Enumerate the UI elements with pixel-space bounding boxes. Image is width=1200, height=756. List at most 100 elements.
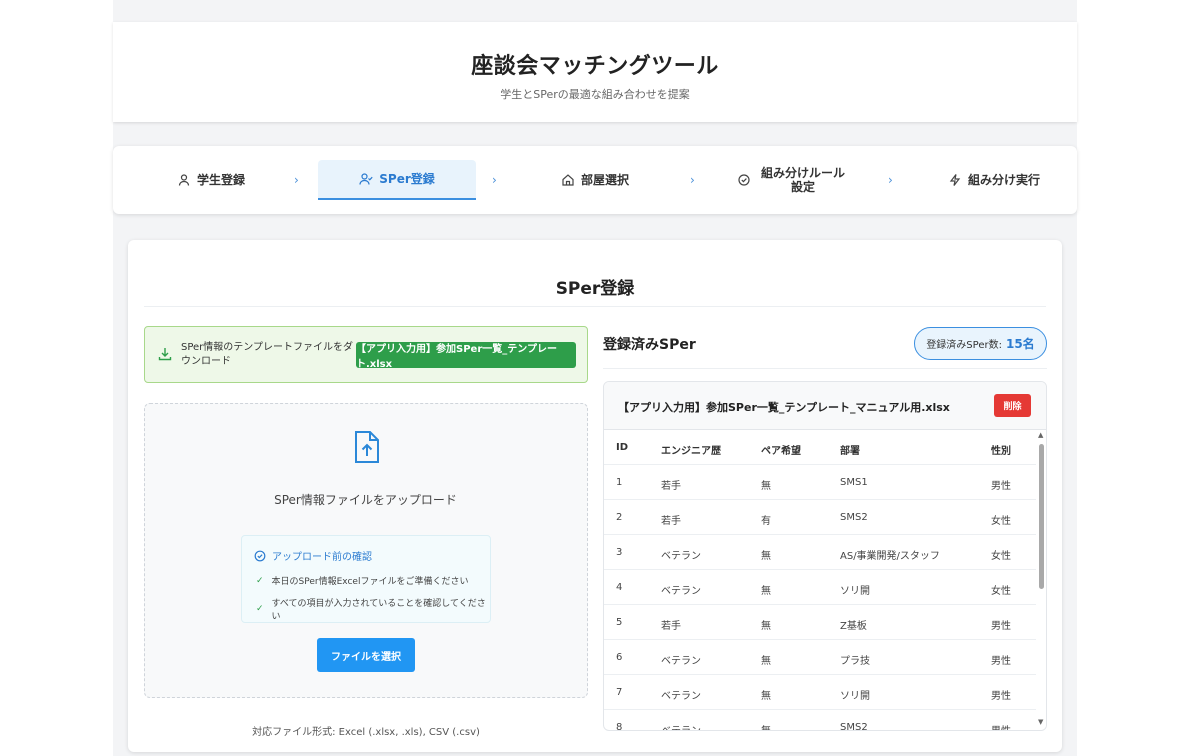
cell-engineer-years: ベテラン — [661, 586, 701, 597]
cell-engineer-years: ベテラン — [661, 722, 701, 730]
cell-gender: 男性 — [991, 621, 1011, 632]
table-body: 1 若手無 SMS1 男性 2 若手有 SMS2 女性 3 ベテラン無 AS/事業開発/スタッフ 女性… — [604, 465, 1036, 731]
cell-id: 1 — [616, 477, 623, 488]
cell-department: ソリ開 — [840, 586, 870, 597]
upload-checklist: アップロード前の確認 ✓ 本日のSPer情報Excelファイルをご準備ください … — [241, 535, 491, 623]
sper-count-badge: 登録済みSPer数: 15名 — [914, 327, 1047, 360]
cell-id: 4 — [616, 582, 623, 593]
cell-engineer-years: 若手 — [661, 481, 681, 492]
check-circle-icon — [254, 550, 266, 562]
cell-department: SMS2 — [840, 512, 868, 523]
column-header-department: 部署 — [840, 446, 860, 457]
sper-table: ID エンジニア歴 ペア希望 部署 性別 1 若手無 SMS1 男性 2 若手有 SMS2 女… — [604, 430, 1036, 731]
step-student-registration[interactable]: 学生登録 — [131, 160, 291, 200]
step-execute-grouping[interactable]: 組み分け実行 — [911, 160, 1077, 200]
cell-pair-preference: 無 — [761, 621, 771, 632]
app-title: 座談会マッチングツール — [471, 54, 719, 79]
section-title: SPer登録 — [555, 279, 635, 299]
home-icon — [561, 173, 575, 187]
scrollbar-thumb[interactable] — [1039, 444, 1044, 589]
download-icon — [157, 346, 173, 362]
cell-department: SMS1 — [840, 477, 868, 488]
cell-engineer-years: ベテラン — [661, 691, 701, 702]
bolt-icon — [948, 173, 962, 187]
count-value: 15名 — [1005, 337, 1035, 351]
cell-gender: 男性 — [991, 656, 1011, 667]
cell-engineer-years: ベテラン — [661, 551, 701, 562]
chevron-right-icon: › — [690, 173, 695, 187]
template-download-box: SPer情報のテンプレートファイルをダウンロード 【アプリ入力用】参加SPer一… — [144, 326, 588, 383]
cell-department: ソリ開 — [840, 691, 870, 702]
cell-id: 3 — [616, 547, 623, 558]
divider — [144, 306, 1046, 307]
file-upload-dropzone[interactable]: SPer情報ファイルをアップロード アップロード前の確認 ✓ 本日のSPer情報… — [144, 403, 588, 698]
table-row: 2 若手 有 SMS2 女性 — [604, 500, 1036, 535]
sper-registration-card: SPer登録 SPer情報のテンプレートファイルをダウンロード 【アプリ入力用】… — [128, 240, 1062, 752]
step-navigation: 学生登録 › SPer登録 › 部屋選択 › 組み分けルール設定 › 組み分け実… — [113, 146, 1077, 214]
step-room-selection[interactable]: 部屋選択 — [515, 160, 675, 200]
cell-pair-preference: 有 — [761, 516, 771, 527]
table-row: 4 ベテラン 無 ソリ開 女性 — [604, 570, 1036, 605]
cell-id: 6 — [616, 652, 623, 663]
cell-pair-preference: 無 — [761, 722, 771, 730]
table-row: 7 ベテラン 無 ソリ開 男性 — [604, 675, 1036, 710]
file-upload-icon — [352, 430, 382, 464]
step-sper-registration[interactable]: SPer登録 — [318, 160, 476, 200]
upload-title: SPer情報ファイルをアップロード — [274, 493, 457, 507]
table-row: 3 ベテラン 無 AS/事業開発/スタッフ 女性 — [604, 535, 1036, 570]
select-file-button[interactable]: ファイルを選択 — [317, 638, 415, 672]
file-header: 【アプリ入力用】参加SPer一覧_テンプレート_マニュアル用.xlsx 削除 — [604, 382, 1046, 430]
cell-gender: 男性 — [991, 722, 1011, 730]
scroll-up-icon[interactable]: ▲ — [1038, 431, 1043, 439]
checklist-title: アップロード前の確認 — [254, 548, 372, 563]
cell-gender: 女性 — [991, 586, 1011, 597]
step-label: 学生登録 — [196, 173, 245, 187]
app-subtitle: 学生とSPerの最適な組み合わせを提案 — [500, 88, 690, 101]
step-grouping-rules[interactable]: 組み分けルール設定 — [713, 160, 873, 200]
count-label: 登録済みSPer数: — [926, 340, 1002, 351]
table-row: 6 ベテラン 無 プラ技 男性 — [604, 640, 1036, 675]
column-header-pair-preference: ペア希望 — [761, 446, 801, 457]
cell-pair-preference: 無 — [761, 656, 771, 667]
delete-button[interactable]: 削除 — [994, 394, 1031, 417]
step-label: 部屋選択 — [580, 173, 629, 187]
cell-pair-preference: 無 — [761, 481, 771, 492]
column-header-gender: 性別 — [991, 446, 1011, 457]
cell-department: SMS2 — [840, 722, 868, 731]
table-scrollbar[interactable]: ▲ ▼ — [1036, 430, 1046, 730]
cell-id: 5 — [616, 617, 623, 628]
table-row: 1 若手 無 SMS1 男性 — [604, 465, 1036, 500]
cell-engineer-years: 若手 — [661, 621, 681, 632]
table-header-row: ID エンジニア歴 ペア希望 部署 性別 — [604, 430, 1036, 465]
cell-id: 8 — [616, 722, 623, 731]
app-header: 座談会マッチングツール 学生とSPerの最適な組み合わせを提案 — [113, 22, 1077, 122]
column-header-id: ID — [616, 442, 629, 453]
cell-department: AS/事業開発/スタッフ — [840, 551, 940, 562]
scroll-down-icon[interactable]: ▼ — [1038, 718, 1043, 726]
user-icon — [177, 173, 191, 187]
cell-pair-preference: 無 — [761, 551, 771, 562]
divider — [603, 368, 1047, 369]
cell-id: 7 — [616, 687, 623, 698]
table-row: 5 若手 無 Z基板 男性 — [604, 605, 1036, 640]
cell-department: プラ技 — [840, 656, 870, 667]
file-name: 【アプリ入力用】参加SPer一覧_テンプレート_マニュアル用.xlsx — [618, 401, 950, 414]
registered-sper-title: 登録済みSPer — [603, 337, 696, 353]
checklist-item: ✓ 本日のSPer情報Excelファイルをご準備ください — [256, 575, 469, 588]
cell-gender: 女性 — [991, 516, 1011, 527]
table-row: 8 ベテラン 無 SMS2 男性 — [604, 710, 1036, 731]
cell-gender: 女性 — [991, 551, 1011, 562]
step-label: SPer登録 — [379, 172, 435, 186]
check-icon: ✓ — [256, 575, 264, 586]
cell-id: 2 — [616, 512, 623, 523]
check-icon: ✓ — [256, 604, 264, 614]
cell-engineer-years: 若手 — [661, 516, 681, 527]
chevron-right-icon: › — [492, 173, 497, 187]
template-description: SPer情報のテンプレートファイルをダウンロード — [181, 342, 353, 367]
checklist-item: ✓ すべての項目が入力されていることを確認してください — [256, 599, 486, 622]
template-download-button[interactable]: 【アプリ入力用】参加SPer一覧_テンプレート.xlsx — [356, 342, 576, 370]
step-label: 組み分けルール設定 — [760, 166, 845, 194]
cell-engineer-years: ベテラン — [661, 656, 701, 667]
cell-pair-preference: 無 — [761, 691, 771, 702]
cell-department: Z基板 — [840, 621, 867, 632]
